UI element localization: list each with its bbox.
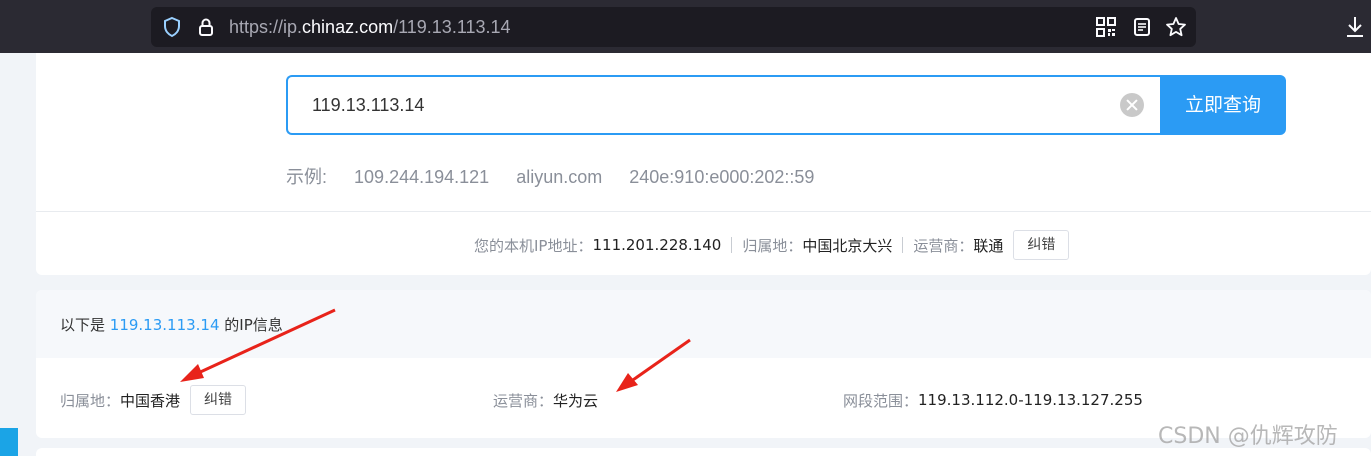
url-host: chinaz.com [302,17,394,37]
ip-search-input[interactable]: 119.13.113.14 [286,75,1160,135]
address-bar[interactable]: https://ip.chinaz.com/119.13.113.14 [151,7,1196,47]
range-value: 119.13.112.0-119.13.127.255 [918,391,1143,409]
query-button[interactable]: 立即查询 [1160,75,1286,135]
location-correct-button[interactable]: 纠错 [190,385,247,415]
divider [36,211,1371,212]
my-isp-label: 运营商： [913,236,974,255]
clear-icon[interactable] [1120,93,1144,117]
location-label: 归属地： [60,391,121,410]
shield-icon[interactable] [161,16,183,38]
my-location-label: 归属地： [742,236,803,255]
my-isp-value: 联通 [973,236,1004,255]
search-card: 119.13.113.14 立即查询 示例: 109.244.194.121 a… [36,53,1371,275]
my-ip-value: 111.201.228.140 [592,236,722,254]
range-field: 网段范围： 119.13.112.0-119.13.127.255 [843,385,1153,415]
ip-info-title: 以下是 119.13.113.14 的IP信息 [60,314,283,335]
download-icon[interactable] [1343,14,1367,40]
watermark-text: CSDN @仇辉攻防 [1158,424,1338,449]
ip-info-header: 以下是 119.13.113.14 的IP信息 [36,290,1371,358]
url-scheme: https://ip. [229,17,303,37]
my-ip-correct-button[interactable]: 纠错 [1013,230,1070,260]
location-value: 中国香港 [120,391,181,410]
separator [731,237,733,253]
example-link[interactable]: 109.244.194.121 [354,167,489,187]
example-link[interactable]: aliyun.com [516,167,602,187]
isp-field: 运营商： 华为云 [493,385,608,415]
my-ip-row: 您的本机IP地址： 111.201.228.140 归属地： 中国北京大兴 运营… [474,230,1070,260]
separator [902,237,904,253]
side-floating-tab[interactable] [0,428,18,456]
browser-toolbar: https://ip.chinaz.com/119.13.113.14 [0,0,1371,53]
qr-code-icon[interactable] [1096,17,1116,37]
lock-icon[interactable] [195,16,217,38]
isp-label: 运营商： [493,391,554,410]
search-input-value: 119.13.113.14 [312,95,425,115]
reader-view-icon[interactable] [1131,16,1153,38]
title-ip-link[interactable]: 119.13.113.14 [110,316,220,334]
location-field: 归属地： 中国香港 纠错 [60,385,247,415]
url-text[interactable]: https://ip.chinaz.com/119.13.113.14 [229,7,511,47]
examples-row: 示例: 109.244.194.121 aliyun.com 240e:910:… [286,163,836,187]
examples-label: 示例: [286,167,328,187]
title-prefix: 以下是 [60,316,110,334]
bookmark-star-icon[interactable] [1164,15,1188,39]
my-location-value: 中国北京大兴 [802,236,893,255]
isp-value: 华为云 [553,391,599,410]
ip-info-card: 以下是 119.13.113.14 的IP信息 归属地： 中国香港 纠错 运营商… [36,290,1371,438]
range-label: 网段范围： [843,391,919,410]
title-suffix: 的IP信息 [219,316,283,334]
my-ip-label: 您的本机IP地址： [474,236,593,255]
example-link[interactable]: 240e:910:e000:202::59 [629,167,814,187]
url-path: /119.13.113.14 [393,17,511,37]
